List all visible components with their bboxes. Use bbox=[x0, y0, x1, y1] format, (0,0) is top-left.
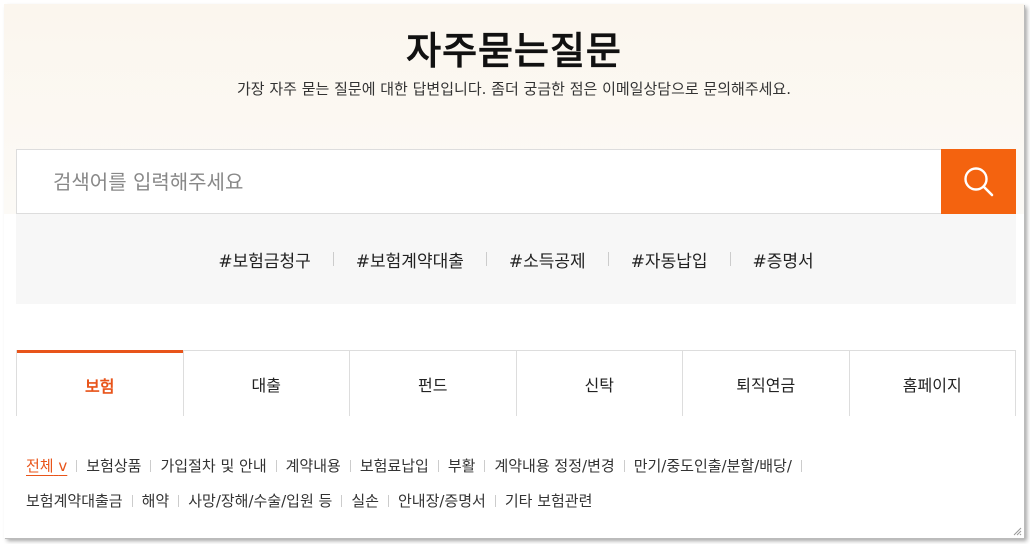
hashtag-link[interactable]: #자동납입 bbox=[609, 247, 730, 272]
faq-page: 자주묻는질문 가장 자주 묻는 질문에 대한 답변입니다. 좀더 궁금한 점은 … bbox=[4, 4, 1024, 538]
category-item[interactable]: 부활 bbox=[448, 449, 476, 484]
category-item[interactable]: 사망/장해/수술/입원 등 bbox=[188, 484, 332, 519]
divider bbox=[484, 460, 486, 472]
search-icon bbox=[963, 166, 993, 196]
category-item[interactable]: 계약내용 bbox=[286, 449, 341, 484]
page-subtitle: 가장 자주 묻는 질문에 대한 답변입니다. 좀더 궁금한 점은 이메일상담으로… bbox=[236, 80, 792, 98]
tab-fund[interactable]: 펀드 bbox=[349, 350, 516, 416]
category-all-label: 전체 bbox=[26, 457, 54, 475]
hashtag-bar: #보험금청구 #보험계약대출 #소득공제 #자동납입 #증명서 bbox=[16, 214, 1016, 304]
search-input[interactable] bbox=[17, 150, 941, 213]
chevron-down-icon: v bbox=[58, 457, 68, 475]
tab-homepage[interactable]: 홈페이지 bbox=[848, 350, 1015, 416]
divider bbox=[341, 495, 343, 507]
category-item[interactable]: 기타 보험관련 bbox=[505, 484, 593, 519]
tab-trust[interactable]: 신탁 bbox=[515, 350, 682, 416]
divider bbox=[76, 460, 78, 472]
category-all-dropdown[interactable]: 전체 v bbox=[26, 449, 67, 484]
divider bbox=[150, 460, 152, 472]
hashtag-link[interactable]: #보험계약대출 bbox=[334, 247, 486, 272]
category-item[interactable]: 계약내용 정정/변경 bbox=[494, 449, 614, 484]
search-button[interactable] bbox=[941, 149, 1016, 214]
search-bar bbox=[16, 149, 1016, 214]
resize-grip-icon[interactable] bbox=[1012, 526, 1022, 536]
divider bbox=[623, 460, 625, 472]
tab-loan[interactable]: 대출 bbox=[182, 350, 349, 416]
category-item[interactable]: 보험계약대출금 bbox=[26, 484, 123, 519]
tab-insurance[interactable]: 보험 bbox=[17, 350, 183, 416]
divider bbox=[349, 460, 351, 472]
page-title: 자주묻는질문 bbox=[406, 29, 622, 73]
divider bbox=[131, 495, 133, 507]
divider bbox=[387, 495, 389, 507]
category-item[interactable]: 보험료납입 bbox=[360, 449, 429, 484]
divider bbox=[800, 460, 802, 472]
product-tabs: 보험 대출 펀드 신탁 퇴직연금 홈페이지 bbox=[16, 350, 1016, 416]
hashtag-link[interactable]: #소득공제 bbox=[487, 247, 608, 272]
category-item[interactable]: 실손 bbox=[351, 484, 379, 519]
divider bbox=[275, 460, 277, 472]
category-item[interactable]: 만기/중도인출/분할/배당/ bbox=[634, 449, 792, 484]
category-item[interactable]: 가입절차 및 안내 bbox=[160, 449, 266, 484]
divider bbox=[494, 495, 496, 507]
divider bbox=[437, 460, 439, 472]
divider bbox=[178, 495, 180, 507]
category-filter: 전체 v 보험상품 가입절차 및 안내 계약내용 보험료납입 부활 계약내용 정정/변경 만기… bbox=[26, 449, 1006, 519]
hashtag-link[interactable]: #증명서 bbox=[731, 247, 836, 272]
tab-pension[interactable]: 퇴직연금 bbox=[682, 350, 849, 416]
category-item[interactable]: 안내장/증명서 bbox=[398, 484, 486, 519]
category-item[interactable]: 보험상품 bbox=[86, 449, 141, 484]
category-item[interactable]: 해약 bbox=[142, 484, 170, 519]
hashtag-link[interactable]: #보험금청구 bbox=[196, 247, 332, 272]
